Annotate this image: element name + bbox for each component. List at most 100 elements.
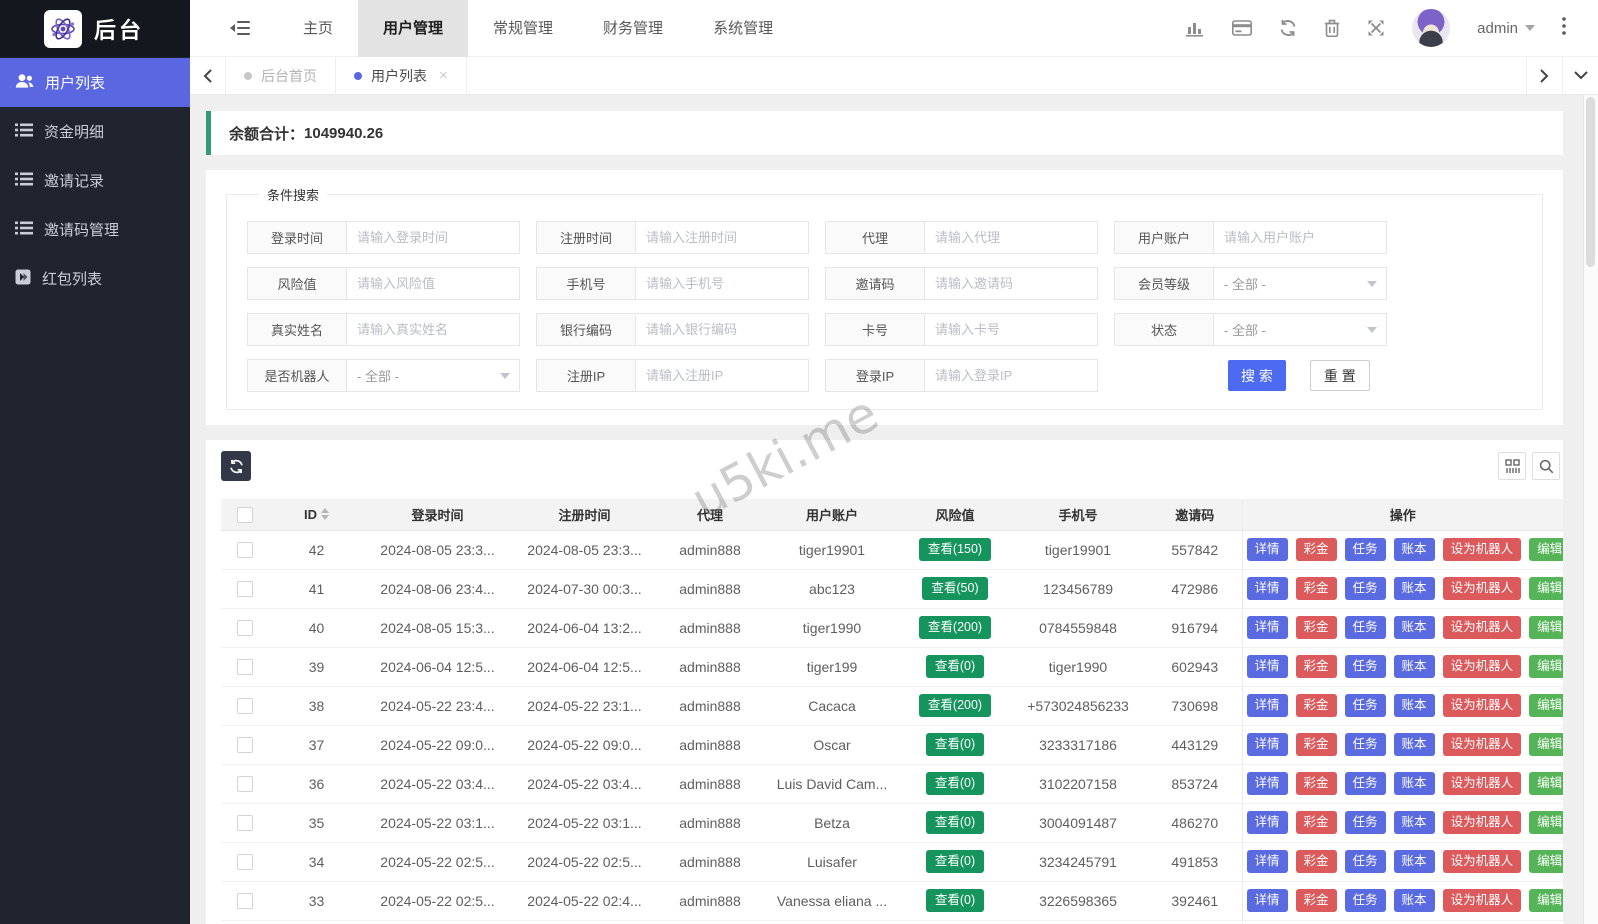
field-input-register-ip[interactable] [635, 359, 809, 392]
action-set-robot-button[interactable]: 设为机器人 [1443, 655, 1522, 678]
action-ledger-button[interactable]: 账本 [1394, 538, 1435, 561]
action-edit-button[interactable]: 编辑 [1529, 694, 1563, 717]
action-ledger-button[interactable]: 账本 [1394, 577, 1435, 600]
action-ledger-button[interactable]: 账本 [1394, 616, 1435, 639]
risk-view-button[interactable]: 查看(0) [926, 889, 984, 912]
field-select-status[interactable]: - 全部 - [1213, 313, 1387, 346]
avatar[interactable] [1412, 9, 1450, 47]
row-checkbox[interactable] [237, 854, 253, 870]
risk-view-button[interactable]: 查看(0) [926, 655, 984, 678]
action-bonus-button[interactable]: 彩金 [1296, 850, 1337, 873]
action-details-button[interactable]: 详情 [1247, 811, 1288, 834]
bar-chart-icon[interactable] [1186, 19, 1205, 37]
action-task-button[interactable]: 任务 [1345, 811, 1386, 834]
risk-view-button[interactable]: 查看(0) [926, 811, 984, 834]
action-set-robot-button[interactable]: 设为机器人 [1443, 694, 1522, 717]
topnav-item-general-management[interactable]: 常规管理 [468, 0, 578, 57]
action-details-button[interactable]: 详情 [1247, 694, 1288, 717]
row-checkbox[interactable] [237, 893, 253, 909]
action-set-robot-button[interactable]: 设为机器人 [1443, 577, 1522, 600]
field-input-register-time[interactable] [635, 221, 809, 254]
action-details-button[interactable]: 详情 [1247, 733, 1288, 756]
action-edit-button[interactable]: 编辑 [1529, 733, 1563, 756]
action-edit-button[interactable]: 编辑 [1529, 811, 1563, 834]
action-bonus-button[interactable]: 彩金 [1296, 811, 1337, 834]
action-bonus-button[interactable]: 彩金 [1296, 655, 1337, 678]
refresh-button[interactable] [221, 451, 251, 481]
risk-view-button[interactable]: 查看(0) [926, 733, 984, 756]
action-set-robot-button[interactable]: 设为机器人 [1443, 733, 1522, 756]
topnav-item-user-management[interactable]: 用户管理 [358, 0, 468, 57]
action-bonus-button[interactable]: 彩金 [1296, 538, 1337, 561]
row-checkbox[interactable] [237, 659, 253, 675]
action-set-robot-button[interactable]: 设为机器人 [1443, 538, 1522, 561]
search-toggle-button[interactable] [1532, 452, 1560, 480]
search-button[interactable]: 搜 索 [1228, 360, 1286, 391]
action-set-robot-button[interactable]: 设为机器人 [1443, 772, 1522, 795]
action-details-button[interactable]: 详情 [1247, 889, 1288, 912]
field-input-real-name[interactable] [346, 313, 520, 346]
row-checkbox[interactable] [237, 581, 253, 597]
scrollbar-track[interactable] [1583, 95, 1598, 924]
action-details-button[interactable]: 详情 [1247, 850, 1288, 873]
column-header-id[interactable]: ID [269, 499, 364, 530]
credit-card-icon[interactable] [1232, 20, 1252, 36]
action-edit-button[interactable]: 编辑 [1529, 889, 1563, 912]
id-sort-control[interactable]: ID [304, 507, 329, 522]
reset-button[interactable]: 重 置 [1310, 360, 1370, 391]
field-input-phone[interactable] [635, 267, 809, 300]
action-task-button[interactable]: 任务 [1345, 577, 1386, 600]
action-edit-button[interactable]: 编辑 [1529, 850, 1563, 873]
sidebar-item-funds-detail[interactable]: 资金明细 [0, 107, 190, 156]
risk-view-button[interactable]: 查看(50) [922, 577, 987, 600]
row-checkbox[interactable] [237, 776, 253, 792]
action-task-button[interactable]: 任务 [1345, 616, 1386, 639]
sidebar-item-invite-records[interactable]: 邀请记录 [0, 156, 190, 205]
action-details-button[interactable]: 详情 [1247, 655, 1288, 678]
action-edit-button[interactable]: 编辑 [1529, 616, 1563, 639]
field-input-risk-value[interactable] [346, 267, 520, 300]
risk-view-button[interactable]: 查看(200) [919, 694, 991, 717]
user-menu[interactable]: admin [1477, 20, 1535, 37]
risk-view-button[interactable]: 查看(150) [919, 538, 991, 561]
action-task-button[interactable]: 任务 [1345, 733, 1386, 756]
sidebar-item-invite-code-management[interactable]: 邀请码管理 [0, 205, 190, 254]
tab-close-icon[interactable]: × [439, 68, 448, 83]
topnav-item-home[interactable]: 主页 [278, 0, 358, 57]
action-ledger-button[interactable]: 账本 [1394, 850, 1435, 873]
row-checkbox[interactable] [237, 815, 253, 831]
field-select-is-robot[interactable]: - 全部 - [346, 359, 520, 392]
tab-scroll-right-button[interactable] [1526, 57, 1562, 94]
field-input-login-ip[interactable] [924, 359, 1098, 392]
topnav-item-system-management[interactable]: 系统管理 [688, 0, 798, 57]
action-task-button[interactable]: 任务 [1345, 694, 1386, 717]
action-edit-button[interactable]: 编辑 [1529, 538, 1563, 561]
risk-view-button[interactable]: 查看(0) [926, 850, 984, 873]
sidebar-item-user-list[interactable]: 用户列表 [0, 58, 190, 107]
action-details-button[interactable]: 详情 [1247, 577, 1288, 600]
field-input-card-number[interactable] [924, 313, 1098, 346]
action-details-button[interactable]: 详情 [1247, 538, 1288, 561]
action-bonus-button[interactable]: 彩金 [1296, 772, 1337, 795]
action-set-robot-button[interactable]: 设为机器人 [1443, 811, 1522, 834]
topnav-item-finance-management[interactable]: 财务管理 [578, 0, 688, 57]
risk-view-button[interactable]: 查看(0) [926, 772, 984, 795]
action-task-button[interactable]: 任务 [1345, 850, 1386, 873]
action-bonus-button[interactable]: 彩金 [1296, 616, 1337, 639]
action-bonus-button[interactable]: 彩金 [1296, 733, 1337, 756]
action-details-button[interactable]: 详情 [1247, 616, 1288, 639]
tab-user-list[interactable]: 用户列表× [336, 57, 467, 94]
trash-icon[interactable] [1324, 19, 1340, 37]
action-task-button[interactable]: 任务 [1345, 889, 1386, 912]
action-set-robot-button[interactable]: 设为机器人 [1443, 889, 1522, 912]
columns-toggle-button[interactable] [1498, 452, 1526, 480]
action-ledger-button[interactable]: 账本 [1394, 772, 1435, 795]
action-details-button[interactable]: 详情 [1247, 772, 1288, 795]
field-input-invite-code[interactable] [924, 267, 1098, 300]
sidebar-item-red-packet-list[interactable]: 红包列表 [0, 254, 190, 303]
action-edit-button[interactable]: 编辑 [1529, 577, 1563, 600]
fullscreen-icon[interactable] [1367, 19, 1385, 37]
field-input-user-account[interactable] [1213, 221, 1387, 254]
field-select-member-level[interactable]: - 全部 - [1213, 267, 1387, 300]
action-task-button[interactable]: 任务 [1345, 538, 1386, 561]
